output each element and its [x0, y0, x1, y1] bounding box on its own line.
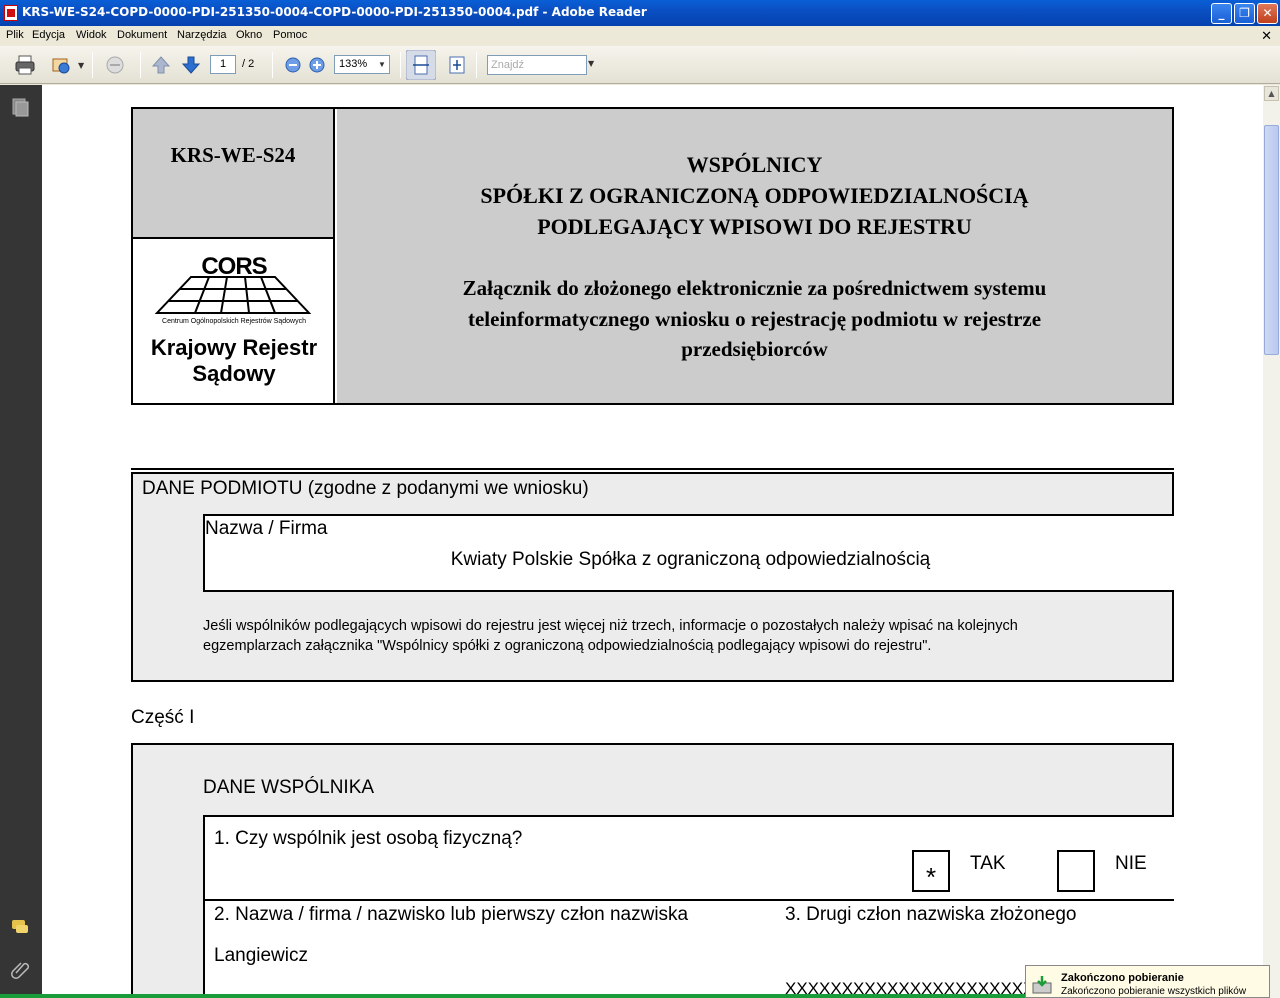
part-label: Część I [131, 707, 195, 728]
q1-field: 1. Czy wspólnik jest osobą fizyczną? * T… [203, 815, 1174, 901]
zoom-level-select[interactable]: 133% ▼ [334, 55, 390, 74]
separator [400, 52, 401, 78]
next-page-icon[interactable] [180, 54, 202, 76]
document-view[interactable]: KRS-WE-S24 CORS Centrum Ogólnopolskich R… [42, 85, 1263, 998]
maximize-button[interactable]: ❐ [1234, 3, 1255, 24]
separator [92, 52, 93, 78]
form-title-cell: WSPÓLNICY SPÓŁKI Z OGRANICZONĄ ODPOWIEDZ… [337, 109, 1172, 403]
heading-line3: PODLEGAJĄCY WPISOWI DO REJESTRU [537, 214, 972, 239]
heading-line2: SPÓŁKI Z OGRANICZONĄ ODPOWIEDZIALNOŚCIĄ [480, 183, 1029, 208]
pdf-app-icon [4, 5, 18, 21]
fit-width-icon[interactable] [406, 50, 436, 80]
entity-name-value: Kwiaty Polskie Spółka z ograniczoną odpo… [450, 549, 931, 570]
print-icon[interactable] [14, 54, 36, 76]
scroll-thumb[interactable] [1264, 125, 1279, 355]
notification-title: Zakończono pobieranie [1061, 972, 1184, 984]
chevron-down-icon: ▼ [378, 60, 386, 69]
page-total: / 2 [242, 58, 255, 70]
minimize-button[interactable]: _ [1211, 3, 1232, 24]
page-number-input[interactable]: 1 [210, 55, 236, 74]
heading-line1: WSPÓLNICY [686, 152, 823, 177]
menu-bar: Plik Edycja Widok Dokument Narzędzia Okn… [0, 26, 1280, 46]
close-button[interactable]: ✕ [1257, 3, 1278, 24]
menu-widok[interactable]: Widok [76, 29, 107, 41]
partner-data-label: DANE WSPÓLNIKA [203, 777, 375, 798]
find-dropdown-icon[interactable]: ▼ [588, 59, 594, 68]
zoom-out-icon[interactable] [282, 54, 304, 76]
window-title: KRS-WE-S24-COPD-0000-PDI-251350-0004-COP… [22, 5, 647, 19]
logo-name-line1: Krajowy Rejestr [150, 335, 318, 360]
tak-label: TAK [970, 853, 1006, 874]
separator [476, 52, 477, 78]
krs-logo: CORS Centrum Ogólnopolskich Rejestrów Są… [133, 239, 335, 403]
pages-icon[interactable] [10, 97, 30, 117]
logo-name-line2: Sądowy [192, 361, 276, 386]
zoom-level-value: 133% [339, 58, 368, 70]
info-note-line2: egzemplarzach załącznika "Wspólnicy spół… [203, 638, 932, 654]
find-input[interactable]: Znajdź [487, 55, 587, 75]
download-progress-bar [0, 994, 1025, 998]
menu-narzedzia[interactable]: Narzędzia [177, 29, 227, 41]
collaborate-icon [106, 56, 124, 74]
fit-page-icon[interactable] [446, 54, 468, 76]
paperclip-icon[interactable] [10, 959, 30, 979]
q1-label: 1. Czy wspólnik jest osobą fizyczną? [214, 828, 523, 849]
menu-okno[interactable]: Okno [236, 29, 262, 41]
zoom-in-icon[interactable] [306, 54, 328, 76]
logo-cors-text: CORS [201, 253, 267, 280]
menu-pomoc[interactable]: Pomoc [273, 29, 307, 41]
previous-page-icon[interactable] [150, 54, 172, 76]
separator [140, 52, 141, 78]
entity-data-label: DANE PODMIOTU (zgodne z podanymi we wnio… [142, 478, 589, 499]
menu-dokument[interactable]: Dokument [117, 29, 167, 41]
comments-icon[interactable] [10, 917, 30, 937]
title-bar: KRS-WE-S24-COPD-0000-PDI-251350-0004-COP… [0, 0, 1280, 26]
menu-plik[interactable]: Plik [6, 29, 24, 41]
download-notification[interactable]: Zakończono pobieranie Zakończono pobiera… [1025, 965, 1270, 998]
info-note-line1: Jeśli wspólników podlegających wpisowi d… [203, 618, 1018, 634]
form-code-cell: KRS-WE-S24 [133, 109, 335, 239]
toolbar: ▼ 1 / 2 133% ▼ Znajdź ▼ [0, 46, 1280, 84]
nie-checkbox[interactable] [1057, 850, 1095, 892]
separator [272, 52, 273, 78]
logo-small-text: Centrum Ogólnopolskich Rejestrów Sądowyc… [162, 318, 306, 325]
subheading-line2: teleinformatycznego wniosku o rejestracj… [467, 307, 1042, 331]
partner-data-section: DANE WSPÓLNIKA 1. Czy wspólnik jest osob… [131, 743, 1174, 998]
tak-checkbox[interactable]: * [912, 850, 950, 892]
q3-label: 3. Drugi człon nazwiska złożonego [785, 904, 1077, 925]
entity-name-field: Nazwa / Firma Kwiaty Polskie Spółka z og… [203, 514, 1174, 592]
download-complete-icon [1032, 976, 1052, 994]
subheading-line3: przedsiębiorców [681, 337, 828, 361]
close-document-icon[interactable]: ✕ [1261, 28, 1272, 44]
section-divider [131, 468, 1174, 470]
dropdown-arrow-icon[interactable]: ▼ [78, 61, 84, 70]
entity-name-label: Nazwa / Firma [205, 518, 328, 539]
tak-mark: * [925, 862, 937, 892]
scroll-up-icon[interactable]: ▲ [1264, 86, 1279, 101]
menu-edycja[interactable]: Edycja [32, 29, 65, 41]
subheading-line1: Załącznik do złożonego elektronicznie za… [462, 276, 1047, 300]
attach-email-icon[interactable] [50, 54, 72, 76]
form-header: KRS-WE-S24 CORS Centrum Ogólnopolskich R… [131, 107, 1174, 405]
q2-value: Langiewicz [214, 945, 308, 966]
form-code: KRS-WE-S24 [170, 143, 296, 167]
nie-label: NIE [1115, 853, 1147, 874]
vertical-scrollbar[interactable]: ▲ [1263, 85, 1280, 998]
navigation-pane [0, 85, 42, 998]
entity-data-section: DANE PODMIOTU (zgodne z podanymi we wnio… [131, 472, 1174, 682]
q2-label: 2. Nazwa / firma / nazwisko lub pierwszy… [214, 904, 689, 925]
notification-text: Zakończono pobieranie wszystkich plików [1061, 986, 1247, 997]
